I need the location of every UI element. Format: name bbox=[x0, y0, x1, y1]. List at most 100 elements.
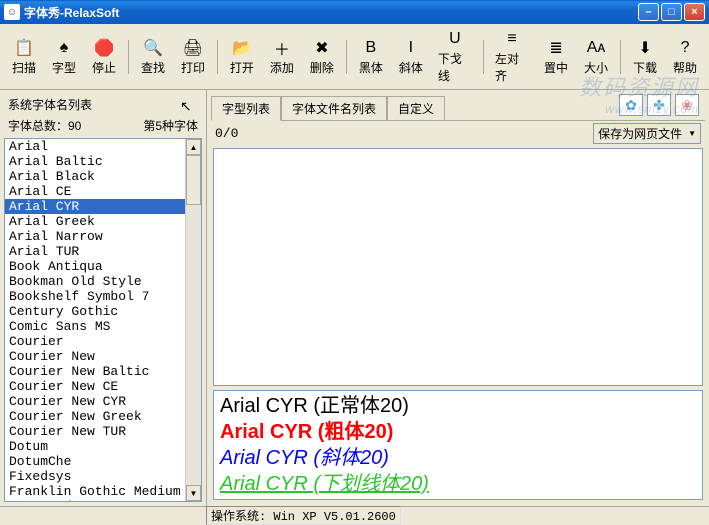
toolbar-separator bbox=[483, 40, 484, 74]
tab-字体文件名列表[interactable]: 字体文件名列表 bbox=[281, 96, 387, 120]
bold-label: 黑体 bbox=[359, 59, 383, 76]
find-button[interactable]: 🔍查找 bbox=[133, 35, 173, 79]
font-item[interactable]: Bookman Old Style bbox=[5, 274, 185, 289]
toolbar-separator bbox=[346, 40, 347, 74]
font-index-label: 第5种字体 bbox=[143, 117, 198, 134]
minimize-button[interactable]: – bbox=[638, 3, 659, 21]
font-item[interactable]: Fixedsys bbox=[5, 469, 185, 484]
preview-area bbox=[213, 148, 703, 386]
window-title: 字体秀-RelaxSoft bbox=[24, 4, 638, 21]
toolbar-separator bbox=[128, 40, 129, 74]
size-label: 大小 bbox=[584, 59, 608, 76]
font-item[interactable]: Century Gothic bbox=[5, 304, 185, 319]
sample-line: Arial CYR (正常体20) bbox=[220, 393, 696, 419]
open-button[interactable]: 📂打开 bbox=[222, 35, 262, 79]
save-dropdown[interactable]: 保存为网页文件 bbox=[593, 123, 701, 144]
help-button[interactable]: ?帮助 bbox=[665, 35, 705, 79]
font-list-scrollbar[interactable]: ▲ ▼ bbox=[185, 139, 201, 501]
italic-label: 斜体 bbox=[399, 59, 423, 76]
font-item[interactable]: Arial Baltic bbox=[5, 154, 185, 169]
font-button[interactable]: ♠字型 bbox=[44, 35, 84, 79]
font-item[interactable]: Comic Sans MS bbox=[5, 319, 185, 334]
add-button[interactable]: ＋添加 bbox=[262, 35, 302, 79]
decor-button-0[interactable]: ✿ bbox=[619, 94, 643, 116]
print-label: 打印 bbox=[181, 59, 205, 76]
download-button[interactable]: ⬇下载 bbox=[625, 35, 665, 79]
bold-button[interactable]: B黑体 bbox=[351, 35, 391, 79]
align-left-button[interactable]: ≡左对齐 bbox=[488, 26, 536, 87]
underline-button[interactable]: U下戈线 bbox=[431, 26, 479, 87]
scan-icon: 📋 bbox=[14, 38, 34, 58]
font-icon: ♠ bbox=[54, 38, 74, 58]
close-button[interactable]: × bbox=[684, 3, 705, 21]
font-item[interactable]: Arial Black bbox=[5, 169, 185, 184]
sample-line: Arial CYR (粗体20) bbox=[220, 419, 696, 445]
font-item[interactable]: Arial CYR bbox=[5, 199, 185, 214]
bold-icon: B bbox=[361, 38, 381, 58]
titlebar: ☺ 字体秀-RelaxSoft – □ × bbox=[0, 0, 709, 24]
delete-icon: ✖ bbox=[312, 38, 332, 58]
font-item[interactable]: Courier bbox=[5, 334, 185, 349]
font-item[interactable]: Courier New bbox=[5, 349, 185, 364]
size-icon: Aᴀ bbox=[586, 38, 606, 58]
maximize-button[interactable]: □ bbox=[661, 3, 682, 21]
scan-button[interactable]: 📋扫描 bbox=[4, 35, 44, 79]
tab-自定义[interactable]: 自定义 bbox=[387, 96, 445, 120]
save-dropdown-label: 保存为网页文件 bbox=[598, 125, 682, 142]
tab-字型列表[interactable]: 字型列表 bbox=[211, 96, 281, 121]
font-label: 字型 bbox=[52, 59, 76, 76]
align-center-button[interactable]: ≣置中 bbox=[536, 35, 576, 79]
print-icon: 🖨 bbox=[183, 38, 203, 58]
font-item[interactable]: Courier New CE bbox=[5, 379, 185, 394]
open-icon: 📂 bbox=[232, 38, 252, 58]
font-item[interactable]: Book Antiqua bbox=[5, 259, 185, 274]
decor-button-2[interactable]: ❀ bbox=[675, 94, 699, 116]
decor-button-1[interactable]: ✤ bbox=[647, 94, 671, 116]
print-button[interactable]: 🖨打印 bbox=[173, 35, 213, 79]
align-center-icon: ≣ bbox=[546, 38, 566, 58]
statusbar: 操作系统: Win XP V5.01.2600 bbox=[0, 506, 709, 524]
font-item[interactable]: Courier New TUR bbox=[5, 424, 185, 439]
font-item[interactable]: Arial Narrow bbox=[5, 229, 185, 244]
toolbar-separator bbox=[620, 40, 621, 74]
font-item[interactable]: Courier New Baltic bbox=[5, 364, 185, 379]
align-center-label: 置中 bbox=[544, 59, 568, 76]
app-icon: ☺ bbox=[4, 4, 20, 20]
font-list[interactable]: ArialArial BalticArial BlackArial CEAria… bbox=[5, 139, 185, 501]
stop-button[interactable]: 🛑停止 bbox=[84, 35, 124, 79]
font-item[interactable]: Courier New Greek bbox=[5, 409, 185, 424]
underline-icon: U bbox=[445, 29, 465, 49]
align-left-label: 左对齐 bbox=[495, 50, 529, 84]
scroll-track[interactable] bbox=[186, 155, 201, 485]
sample-line: Arial CYR (下划线体20) bbox=[220, 471, 696, 497]
font-item[interactable]: Bookshelf Symbol 7 bbox=[5, 289, 185, 304]
find-label: 查找 bbox=[141, 59, 165, 76]
font-item[interactable]: DotumChe bbox=[5, 454, 185, 469]
delete-label: 删除 bbox=[310, 59, 334, 76]
font-item[interactable]: Arial Greek bbox=[5, 214, 185, 229]
size-button[interactable]: Aᴀ大小 bbox=[576, 35, 616, 79]
sample-line: Arial CYR (斜体20) bbox=[220, 445, 696, 471]
toolbar: 📋扫描♠字型🛑停止🔍查找🖨打印📂打开＋添加✖删除B黑体I斜体U下戈线≡左对齐≣置… bbox=[0, 24, 709, 90]
font-item[interactable]: Courier New CYR bbox=[5, 394, 185, 409]
delete-button[interactable]: ✖删除 bbox=[302, 35, 342, 79]
add-label: 添加 bbox=[270, 59, 294, 76]
open-label: 打开 bbox=[230, 59, 254, 76]
add-icon: ＋ bbox=[272, 38, 292, 58]
scroll-up-button[interactable]: ▲ bbox=[186, 139, 201, 155]
scroll-down-button[interactable]: ▼ bbox=[186, 485, 201, 501]
status-os-label: 操作系统: bbox=[211, 510, 266, 524]
font-item[interactable]: Arial CE bbox=[5, 184, 185, 199]
right-panel: 字型列表字体文件名列表自定义 ✿✤❀ 0/0 保存为网页文件 Arial CYR… bbox=[207, 90, 709, 506]
scroll-thumb[interactable] bbox=[186, 155, 201, 205]
font-item[interactable]: Arial bbox=[5, 139, 185, 154]
font-item[interactable]: Arial TUR bbox=[5, 244, 185, 259]
download-label: 下载 bbox=[633, 59, 657, 76]
underline-label: 下戈线 bbox=[438, 50, 472, 84]
font-item[interactable]: Franklin Gothic Medium bbox=[5, 484, 185, 499]
font-item[interactable]: Garamond bbox=[5, 499, 185, 501]
font-item[interactable]: Dotum bbox=[5, 439, 185, 454]
italic-button[interactable]: I斜体 bbox=[391, 35, 431, 79]
help-icon: ? bbox=[675, 38, 695, 58]
font-count-label: 字体总数：90 bbox=[8, 117, 81, 134]
